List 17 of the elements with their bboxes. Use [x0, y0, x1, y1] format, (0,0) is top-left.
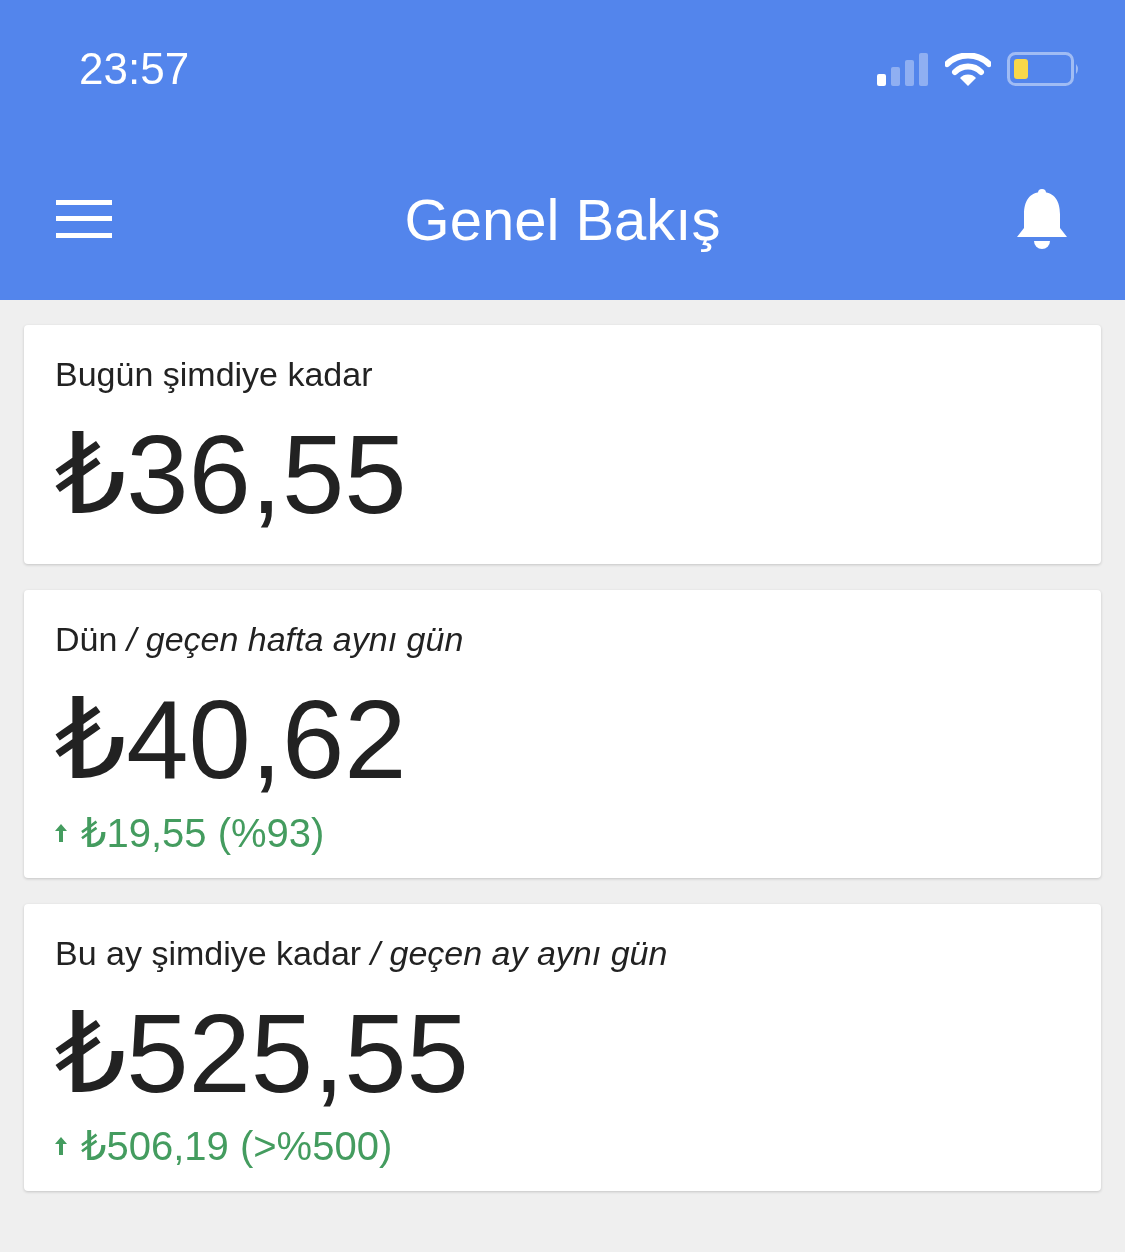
card-title: Dün / geçen hafta aynı gün	[55, 620, 465, 660]
amount-value: ₺36,55	[55, 411, 408, 539]
change-value: ₺19,55 (%93)	[81, 809, 325, 856]
card-title: Bugün şimdiye kadar	[55, 355, 374, 394]
menu-icon[interactable]	[56, 200, 112, 238]
battery-icon	[1007, 52, 1081, 86]
bell-icon[interactable]	[1015, 188, 1069, 250]
card-title: Bu ay şimdiye kadar / geçen ay aynı gün	[55, 933, 669, 973]
arrow-up-icon	[55, 1137, 67, 1156]
signal-icon	[877, 52, 929, 86]
arrow-up-icon	[55, 823, 67, 842]
amount-value: ₺40,62	[55, 676, 408, 805]
status-time: 23:57	[79, 44, 191, 94]
change-value: ₺506,19 (>%500)	[81, 1123, 393, 1170]
wifi-icon	[945, 52, 991, 86]
screen-title: Genel Bakış	[404, 185, 721, 253]
amount-value: ₺525,55	[55, 989, 470, 1118]
